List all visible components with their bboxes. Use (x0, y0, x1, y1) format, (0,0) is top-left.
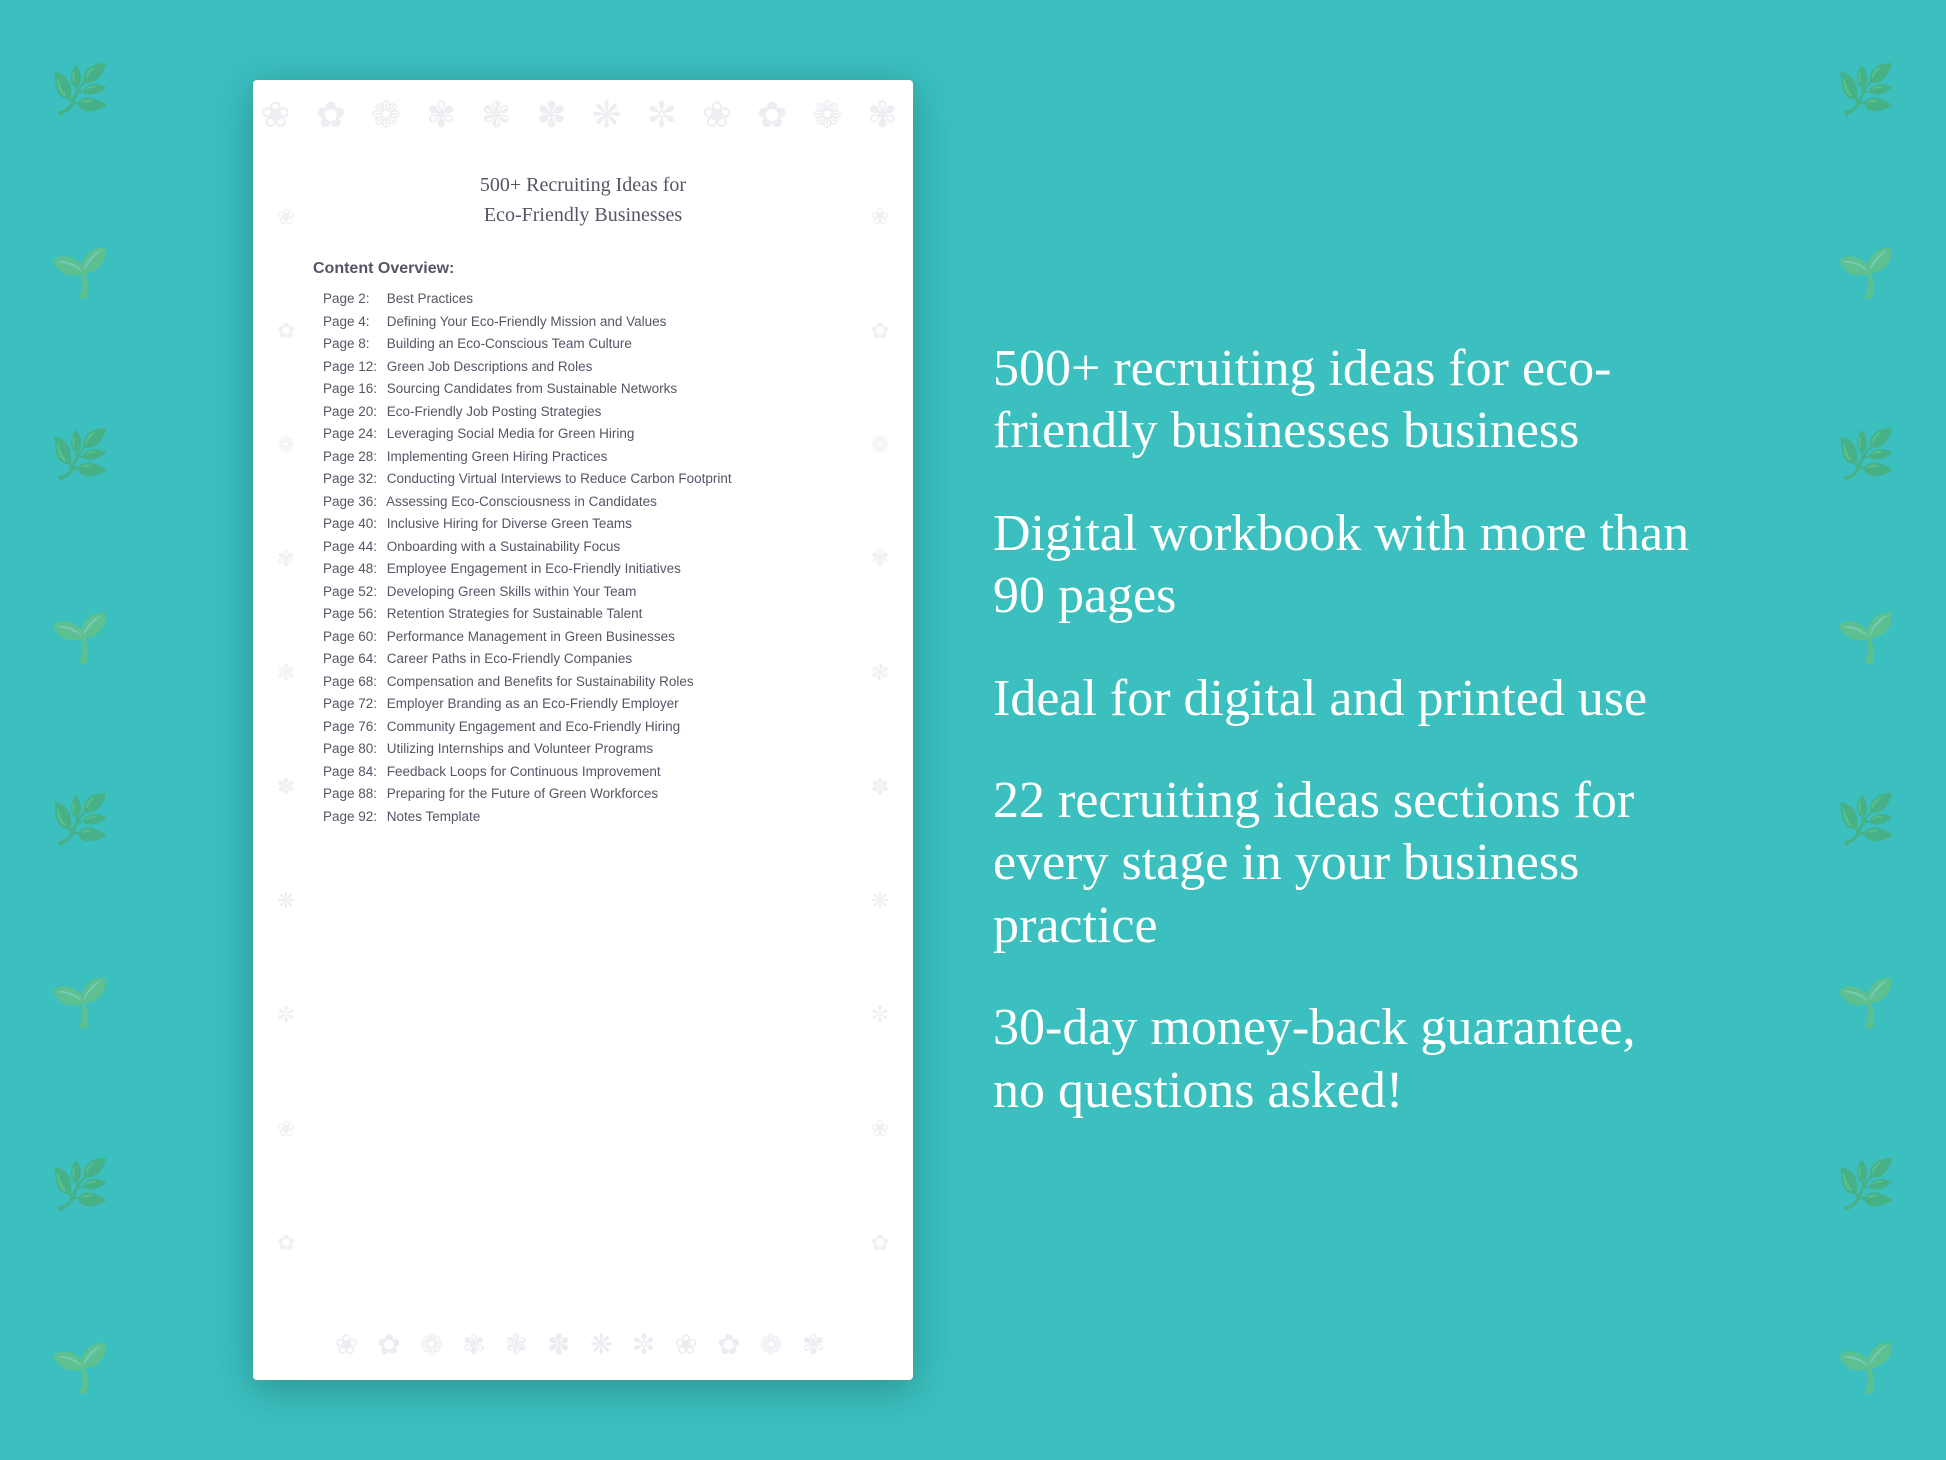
toc-page-num: Page 56: (323, 607, 383, 621)
toc-title: Developing Green Skills within Your Team (383, 584, 636, 599)
feature-text-4: 22 recruiting ideas sections for every s… (993, 770, 1693, 957)
toc-title: Performance Management in Green Business… (383, 629, 675, 644)
toc-page-num: Page 44: (323, 540, 383, 554)
toc-page-num: Page 80: (323, 742, 383, 756)
toc-page-num: Page 8: (323, 337, 383, 351)
toc-title: Preparing for the Future of Green Workfo… (383, 786, 658, 801)
toc-title: Employee Engagement in Eco-Friendly Init… (383, 561, 681, 576)
toc-title: Implementing Green Hiring Practices (383, 449, 607, 464)
toc-page-num: Page 76: (323, 720, 383, 734)
toc-item: Page 72: Employer Branding as an Eco-Fri… (313, 697, 853, 711)
content-overview-label: Content Overview: (313, 260, 853, 278)
toc-page-num: Page 68: (323, 675, 383, 689)
toc-title: Employer Branding as an Eco-Friendly Emp… (383, 696, 679, 711)
main-container: ❀ ✿ ❁ ✾ ❃ ✽ ❋ ✼ ❀ ✿ ❁ ✾ ❀ ✿ ❁ ✾ ❃ ✽ ❋ ✼ … (0, 0, 1946, 1460)
toc-item: Page 24: Leveraging Social Media for Gre… (313, 427, 853, 441)
doc-decorative-top: ❀ ✿ ❁ ✾ ❃ ✽ ❋ ✼ ❀ ✿ ❁ ✾ (253, 80, 913, 150)
toc-title: Eco-Friendly Job Posting Strategies (383, 404, 601, 419)
feature-text-1: 500+ recruiting ideas for eco-friendly b… (993, 338, 1693, 463)
toc-title: Onboarding with a Sustainability Focus (383, 539, 620, 554)
table-of-contents: Page 2: Best PracticesPage 4: Defining Y… (313, 292, 853, 823)
feature-text-3: Ideal for digital and printed use (993, 668, 1693, 730)
toc-title: Utilizing Internships and Volunteer Prog… (383, 741, 653, 756)
toc-page-num: Page 88: (323, 787, 383, 801)
toc-title: Best Practices (383, 291, 473, 306)
toc-page-num: Page 84: (323, 765, 383, 779)
toc-page-num: Page 32: (323, 472, 383, 486)
toc-page-num: Page 48: (323, 562, 383, 576)
toc-title: Sourcing Candidates from Sustainable Net… (383, 381, 677, 396)
toc-item: Page 28: Implementing Green Hiring Pract… (313, 450, 853, 464)
toc-page-num: Page 64: (323, 652, 383, 666)
doc-decorative-left: ❀✿❁✾❃ ✽❋✼❀✿ (261, 160, 311, 1300)
toc-title: Retention Strategies for Sustainable Tal… (383, 606, 642, 621)
document-title: 500+ Recruiting Ideas for Eco-Friendly B… (313, 170, 853, 230)
toc-item: Page 36: Assessing Eco-Consciousness in … (313, 495, 853, 509)
toc-title: Community Engagement and Eco-Friendly Hi… (383, 719, 680, 734)
toc-item: Page 20: Eco-Friendly Job Posting Strate… (313, 405, 853, 419)
toc-page-num: Page 24: (323, 427, 383, 441)
document-title-line2: Eco-Friendly Businesses (484, 204, 682, 226)
feature-text-2: Digital workbook with more than 90 pages (993, 503, 1693, 628)
toc-item: Page 44: Onboarding with a Sustainabilit… (313, 540, 853, 554)
toc-item: Page 40: Inclusive Hiring for Diverse Gr… (313, 517, 853, 531)
toc-page-num: Page 60: (323, 630, 383, 644)
doc-decorative-right: ❀✿❁✾❃ ✽❋✼❀✿ (855, 160, 905, 1300)
toc-title: Conducting Virtual Interviews to Reduce … (383, 471, 732, 486)
toc-page-num: Page 20: (323, 405, 383, 419)
toc-item: Page 4: Defining Your Eco-Friendly Missi… (313, 315, 853, 329)
toc-item: Page 56: Retention Strategies for Sustai… (313, 607, 853, 621)
toc-page-num: Page 36: (323, 495, 383, 509)
toc-title: Green Job Descriptions and Roles (383, 359, 592, 374)
toc-item: Page 60: Performance Management in Green… (313, 630, 853, 644)
toc-item: Page 52: Developing Green Skills within … (313, 585, 853, 599)
toc-page-num: Page 72: (323, 697, 383, 711)
toc-item: Page 84: Feedback Loops for Continuous I… (313, 765, 853, 779)
toc-page-num: Page 16: (323, 382, 383, 396)
toc-item: Page 12: Green Job Descriptions and Role… (313, 360, 853, 374)
document-title-line1: 500+ Recruiting Ideas for (480, 174, 686, 196)
toc-item: Page 48: Employee Engagement in Eco-Frie… (313, 562, 853, 576)
toc-page-num: Page 52: (323, 585, 383, 599)
toc-title: Career Paths in Eco-Friendly Companies (383, 651, 632, 666)
toc-item: Page 16: Sourcing Candidates from Sustai… (313, 382, 853, 396)
toc-item: Page 92: Notes Template (313, 810, 853, 824)
feature-text-5: 30-day money-back guarantee, no question… (993, 997, 1693, 1122)
toc-page-num: Page 40: (323, 517, 383, 531)
toc-title: Notes Template (383, 809, 480, 824)
toc-item: Page 76: Community Engagement and Eco-Fr… (313, 720, 853, 734)
doc-decorative-bottom: ❀ ✿ ❁ ✾ ❃ ✽ ❋ ✼ ❀ ✿ ❁ ✾ (253, 1310, 913, 1380)
toc-title: Compensation and Benefits for Sustainabi… (383, 674, 694, 689)
toc-page-num: Page 92: (323, 810, 383, 824)
toc-title: Feedback Loops for Continuous Improvemen… (383, 764, 661, 779)
toc-item: Page 68: Compensation and Benefits for S… (313, 675, 853, 689)
toc-page-num: Page 28: (323, 450, 383, 464)
features-panel: 500+ recruiting ideas for eco-friendly b… (993, 338, 1693, 1122)
toc-title: Leveraging Social Media for Green Hiring (383, 426, 634, 441)
toc-page-num: Page 4: (323, 315, 383, 329)
toc-title: Assessing Eco-Consciousness in Candidate… (383, 494, 657, 509)
toc-title: Building an Eco-Conscious Team Culture (383, 336, 632, 351)
toc-title: Defining Your Eco-Friendly Mission and V… (383, 314, 666, 329)
toc-item: Page 88: Preparing for the Future of Gre… (313, 787, 853, 801)
toc-page-num: Page 12: (323, 360, 383, 374)
toc-item: Page 2: Best Practices (313, 292, 853, 306)
toc-page-num: Page 2: (323, 292, 383, 306)
document-preview: ❀ ✿ ❁ ✾ ❃ ✽ ❋ ✼ ❀ ✿ ❁ ✾ ❀ ✿ ❁ ✾ ❃ ✽ ❋ ✼ … (253, 80, 913, 1380)
toc-item: Page 80: Utilizing Internships and Volun… (313, 742, 853, 756)
toc-title: Inclusive Hiring for Diverse Green Teams (383, 516, 632, 531)
toc-item: Page 64: Career Paths in Eco-Friendly Co… (313, 652, 853, 666)
toc-item: Page 32: Conducting Virtual Interviews t… (313, 472, 853, 486)
toc-item: Page 8: Building an Eco-Conscious Team C… (313, 337, 853, 351)
